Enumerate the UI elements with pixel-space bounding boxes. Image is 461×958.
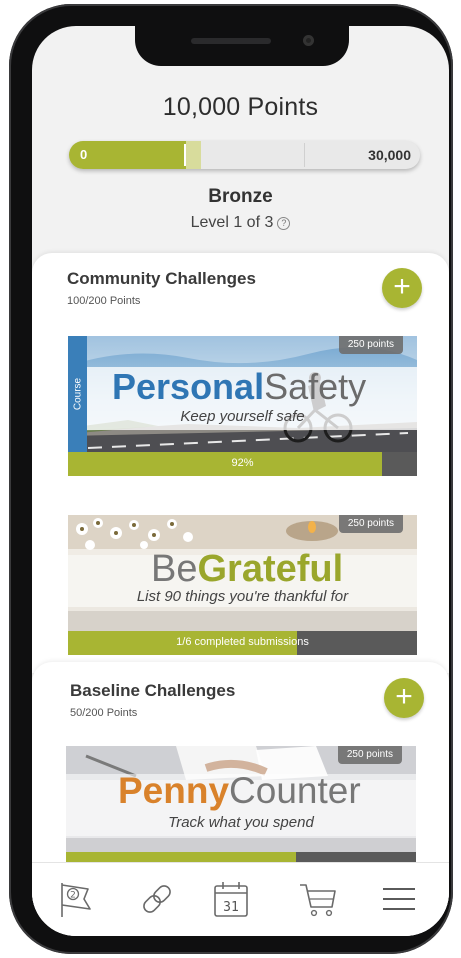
app-screen: 10,000 Points 0 30,000 Bronze Level 1 of… [32, 26, 449, 936]
calendar-icon: 31 [214, 882, 248, 917]
challenge-title: BeGrateful [151, 548, 343, 590]
challenge-title-bold: Personal [112, 366, 265, 407]
tier-level: Level 1 of 3? [32, 214, 449, 232]
challenge-tagline: Keep yourself safe [180, 408, 305, 425]
tab-menu[interactable] [377, 877, 421, 921]
challenge-progress-bar: 1/6 completed submissions [68, 631, 417, 655]
add-community-challenge-button[interactable]: + [382, 268, 422, 308]
challenge-tagline: Track what you spend [168, 814, 314, 831]
points-badge: 250 points [337, 746, 402, 764]
cart-icon [300, 884, 336, 917]
challenge-be-grateful[interactable]: BeGrateful List 90 things you're thankfu… [68, 515, 417, 655]
menu-icon [383, 888, 415, 910]
tab-links[interactable] [135, 877, 179, 921]
points-badge: 250 points [338, 515, 403, 533]
section-title: Baseline Challenges [70, 681, 236, 700]
section-points: 100/200 Points [67, 295, 141, 307]
challenge-title-light: Be [151, 548, 198, 590]
flag-badge-count: 2 [70, 891, 76, 901]
section-points: 50/200 Points [70, 707, 138, 719]
challenge-title: PersonalSafety [112, 367, 366, 407]
challenge-tagline: List 90 things you're thankful for [136, 588, 349, 605]
device-notch [135, 26, 349, 66]
tier-level-label: Level 1 of 3 [190, 214, 274, 231]
challenge-progress-label: 92% [231, 457, 254, 469]
phone-frame: 10,000 Points 0 30,000 Bronze Level 1 of… [9, 4, 453, 954]
challenge-personal-safety[interactable]: PersonalSafety Keep yourself safe Course… [68, 336, 417, 476]
points-progress-marker [184, 144, 186, 166]
challenge-title-bold: Penny [118, 770, 230, 811]
course-tag: Course [68, 336, 87, 452]
points-progress-bar: 0 30,000 [69, 141, 420, 169]
tab-challenges[interactable]: 2 [54, 877, 98, 921]
challenge-title: PennyCounter [118, 770, 361, 812]
challenge-progress-label: 1/6 completed submissions [176, 636, 309, 648]
flag-icon: 2 [61, 883, 91, 917]
speaker-grille [191, 38, 271, 44]
points-progress-pending [186, 141, 201, 169]
challenge-penny-counter[interactable]: PennyCounter Track what you spend 250 po… [66, 746, 416, 876]
course-tag-label: Course [72, 377, 83, 411]
section-title: Community Challenges [67, 269, 256, 288]
bottom-tab-bar: 2 31 [32, 862, 449, 936]
add-baseline-challenge-button[interactable]: + [384, 678, 424, 718]
calendar-day: 31 [223, 900, 239, 915]
challenge-title-light: Safety [264, 366, 367, 407]
tier-name: Bronze [208, 186, 273, 207]
help-icon[interactable]: ? [277, 217, 291, 230]
challenge-title-light: Counter [229, 770, 361, 811]
points-total: 10,000 Points [162, 93, 319, 121]
tab-cart[interactable] [296, 877, 340, 921]
link-icon [143, 885, 171, 913]
challenge-progress-bar: 92% [68, 452, 417, 476]
points-max-label: 30,000 [368, 147, 411, 163]
points-badge: 250 points [338, 336, 403, 354]
points-progress-divider [304, 143, 305, 167]
community-challenges-card: Community Challenges 100/200 Points + Pe… [32, 253, 449, 673]
front-camera [303, 35, 314, 46]
challenge-title-bold: Grateful [197, 548, 344, 590]
points-min-label: 0 [80, 147, 88, 162]
tab-calendar[interactable]: 31 [209, 877, 253, 921]
